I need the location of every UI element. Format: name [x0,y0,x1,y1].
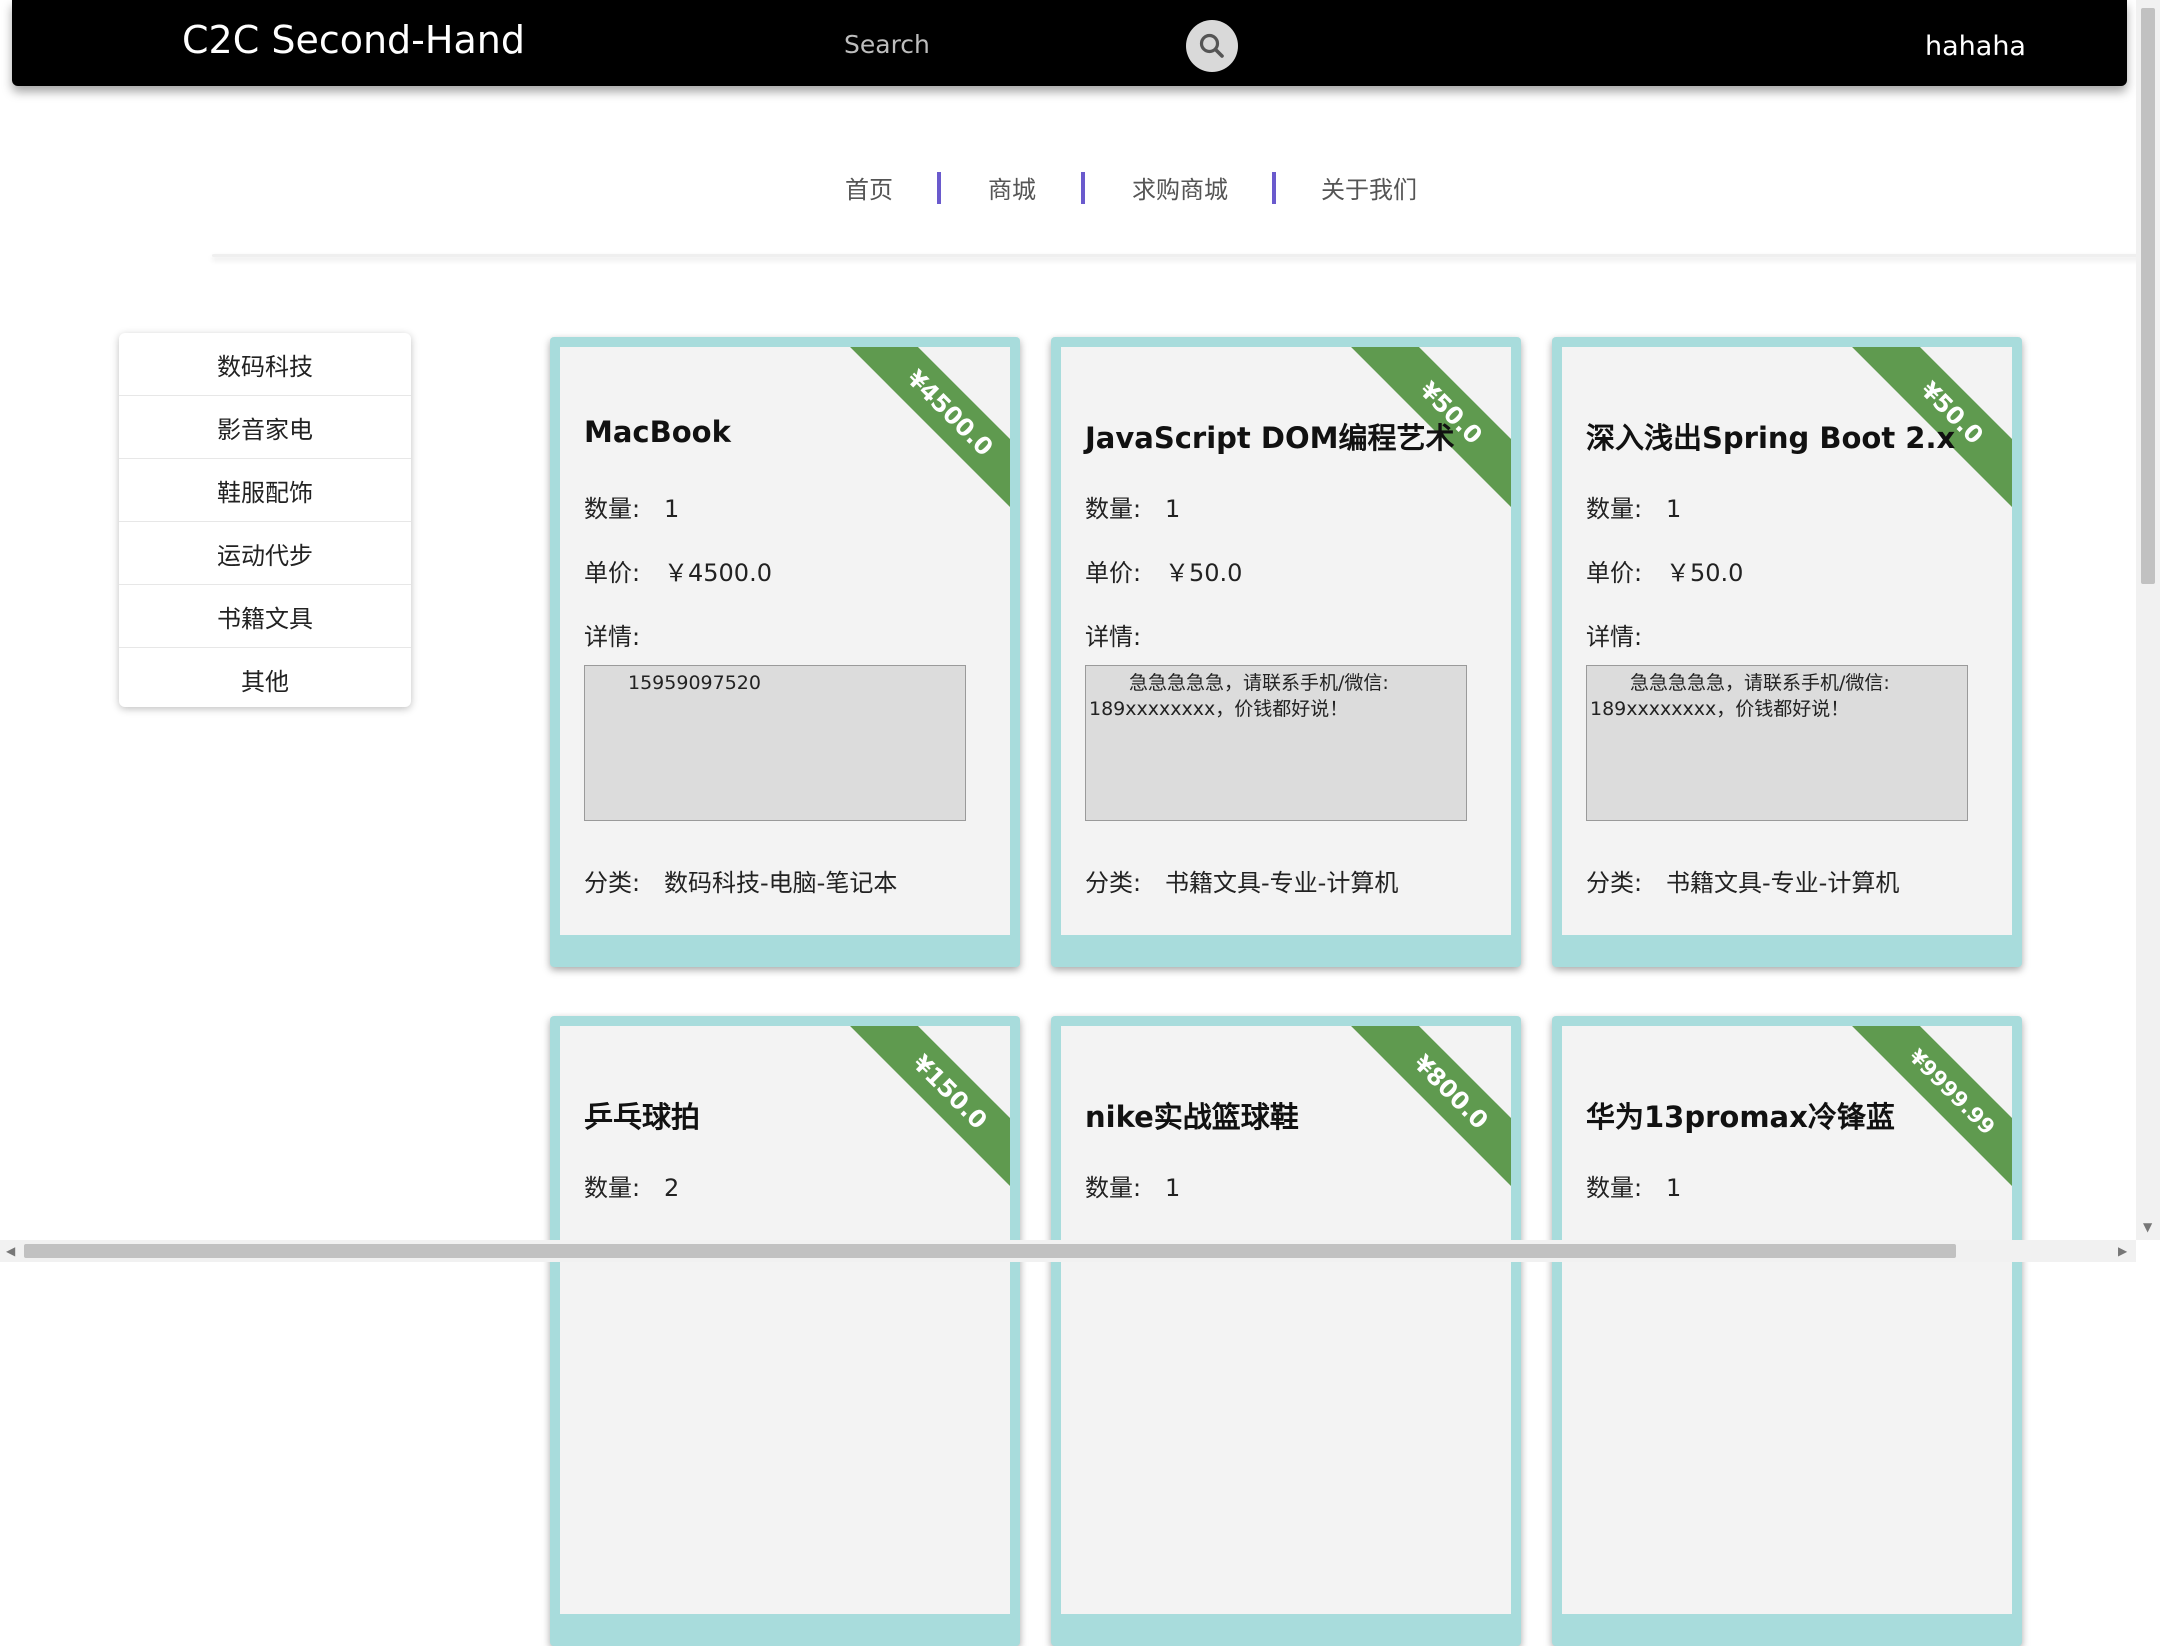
quantity-label: 数量: [1586,495,1643,523]
category-value: 书籍文具-专业-计算机 [1165,869,1399,897]
nav-separator [937,172,941,204]
detail-line: 15959097520 [628,672,761,694]
horizontal-scrollbar[interactable]: ◀ ▶ [0,1240,2136,1262]
detail-textarea[interactable]: 15959097520 [584,665,966,821]
vertical-scroll-thumb[interactable] [2141,8,2155,584]
product-card[interactable]: ¥150.0 乒乓球拍 数量: 2 [550,1016,1020,1646]
price-value: ￥50.0 [1666,559,1744,587]
vertical-scrollbar[interactable]: ▼ [2136,0,2160,1240]
category-value: 书籍文具-专业-计算机 [1666,869,1900,897]
product-card-body: ¥150.0 乒乓球拍 数量: 2 [560,1026,1010,1614]
product-card[interactable]: ¥9999.99 华为13promax冷锋蓝 数量: 1 [1552,1016,2022,1646]
detail-line: 急急急急急，请联系手机/微信: [1630,672,1890,694]
search-icon [1199,33,1224,58]
user-name[interactable]: hahaha [1925,31,2026,62]
quantity-label: 数量: [584,1174,641,1202]
category-label: 分类: [1085,869,1142,897]
quantity-row: 数量: 2 [584,1168,679,1203]
sidebar-item-digital[interactable]: 数码科技 [119,333,411,396]
quantity-value: 1 [1165,1174,1181,1202]
detail-line: 189xxxxxxxx，价钱都好说！ [1089,698,1349,720]
category-row: 分类: 数码科技-电脑-笔记本 [584,863,897,898]
detail-textarea[interactable]: 急急急急急，请联系手机/微信: 189xxxxxxxx，价钱都好说！ [1085,665,1467,821]
search-button[interactable] [1186,20,1238,72]
product-title[interactable]: JavaScript DOM编程艺术 [1085,415,1454,457]
top-navbar: C2C Second-Hand Search hahaha [12,0,2127,86]
nav-separator [1272,172,1276,204]
nav-wanted-mall[interactable]: 求购商城 [1132,170,1228,205]
category-value: 数码科技-电脑-笔记本 [664,869,898,897]
product-card-body: ¥800.0 nike实战篮球鞋 数量: 1 [1061,1026,1511,1614]
sidebar-item-appliances[interactable]: 影音家电 [119,396,411,459]
price-value: ￥4500.0 [664,559,772,587]
price-label: 单价: [584,559,641,587]
detail-label: 详情: [1586,623,1643,651]
product-card-body: ¥50.0 深入浅出Spring Boot 2.x 数量: 1 单价: ￥50.0 … [1562,347,2012,935]
category-label: 分类: [1586,869,1643,897]
scroll-down-arrow-icon[interactable]: ▼ [2143,1220,2152,1234]
quantity-value: 2 [664,1174,680,1202]
quantity-row: 数量: 1 [1586,489,1681,524]
category-row: 分类: 书籍文具-专业-计算机 [1085,863,1398,898]
category-sidebar: 数码科技 影音家电 鞋服配饰 运动代步 书籍文具 其他 [119,333,411,707]
price-row: 单价: ￥4500.0 [584,553,772,588]
product-card[interactable]: ¥50.0 深入浅出Spring Boot 2.x 数量: 1 单价: ￥50.0 … [1552,337,2022,967]
product-card-body: ¥4500.0 MacBook 数量: 1 单价: ￥4500.0 详情: 1595… [560,347,1010,935]
horizontal-scroll-thumb[interactable] [24,1244,1956,1258]
price-value: ￥50.0 [1165,559,1243,587]
nav-about[interactable]: 关于我们 [1321,170,1417,205]
product-card-body: ¥50.0 JavaScript DOM编程艺术 数量: 1 单价: ￥50.0 详… [1061,347,1511,935]
detail-textarea[interactable]: 急急急急急，请联系手机/微信: 189xxxxxxxx，价钱都好说！ [1586,665,1968,821]
brand-logo[interactable]: C2C Second-Hand [182,18,525,62]
quantity-value: 1 [664,495,680,523]
price-row: 单价: ￥50.0 [1586,553,1743,588]
scroll-right-arrow-icon[interactable]: ▶ [2118,1244,2127,1258]
product-card[interactable]: ¥50.0 JavaScript DOM编程艺术 数量: 1 单价: ￥50.0 详… [1051,337,1521,967]
scroll-left-arrow-icon[interactable]: ◀ [6,1244,15,1258]
main-nav: 首页 商城 求购商城 关于我们 [0,170,2115,206]
detail-label: 详情: [584,623,641,651]
product-card[interactable]: ¥800.0 nike实战篮球鞋 数量: 1 [1051,1016,1521,1646]
detail-label: 详情: [1085,623,1142,651]
quantity-value: 1 [1666,495,1682,523]
category-row: 分类: 书籍文具-专业-计算机 [1586,863,1899,898]
sidebar-item-sports[interactable]: 运动代步 [119,522,411,585]
quantity-label: 数量: [1085,1174,1142,1202]
nav-separator [1081,172,1085,204]
nav-mall[interactable]: 商城 [988,170,1036,205]
sidebar-item-books[interactable]: 书籍文具 [119,585,411,648]
product-title[interactable]: 乒乓球拍 [584,1094,700,1136]
quantity-row: 数量: 1 [1586,1168,1681,1203]
quantity-row: 数量: 1 [584,489,679,524]
product-title[interactable]: 深入浅出Spring Boot 2.x [1586,415,1955,457]
price-label: 单价: [1586,559,1643,587]
product-card[interactable]: ¥4500.0 MacBook 数量: 1 单价: ￥4500.0 详情: 1595… [550,337,1020,967]
product-title[interactable]: nike实战篮球鞋 [1085,1094,1299,1136]
price-ribbon: ¥800.0 [1349,1026,1511,1194]
product-title[interactable]: 华为13promax冷锋蓝 [1586,1094,1895,1136]
detail-line: 急急急急急，请联系手机/微信: [1129,672,1389,694]
category-label: 分类: [584,869,641,897]
quantity-label: 数量: [1085,495,1142,523]
price-row: 单价: ￥50.0 [1085,553,1242,588]
quantity-value: 1 [1666,1174,1682,1202]
price-label: 单价: [1085,559,1142,587]
sidebar-item-apparel[interactable]: 鞋服配饰 [119,459,411,522]
product-card-body: ¥9999.99 华为13promax冷锋蓝 数量: 1 [1562,1026,2012,1614]
search-input[interactable]: Search [844,30,930,59]
price-ribbon: ¥4500.0 [848,347,1010,515]
nav-home[interactable]: 首页 [845,170,893,205]
sidebar-item-other[interactable]: 其他 [119,648,411,707]
product-title[interactable]: MacBook [584,415,731,449]
quantity-label: 数量: [584,495,641,523]
quantity-row: 数量: 1 [1085,489,1180,524]
quantity-row: 数量: 1 [1085,1168,1180,1203]
detail-line: 189xxxxxxxx，价钱都好说！ [1590,698,1850,720]
nav-divider [212,254,2142,257]
price-ribbon: ¥150.0 [848,1026,1010,1194]
quantity-label: 数量: [1586,1174,1643,1202]
quantity-value: 1 [1165,495,1181,523]
